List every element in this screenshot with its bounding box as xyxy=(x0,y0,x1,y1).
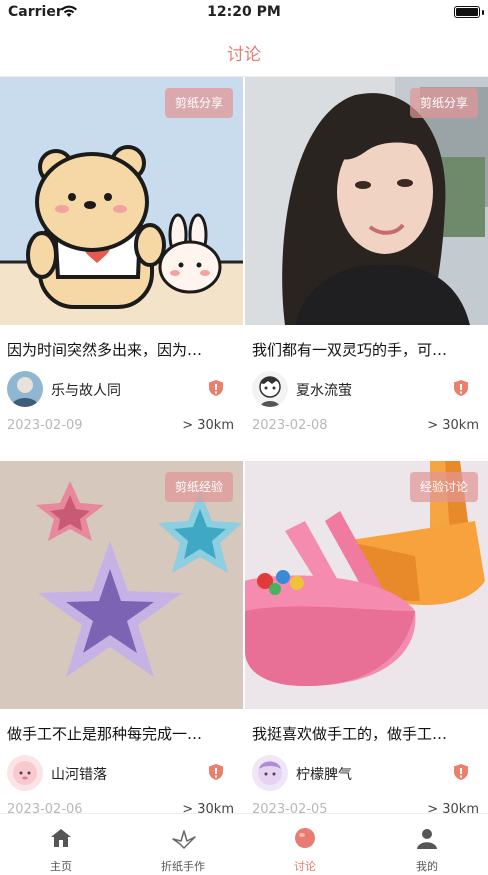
user-name[interactable]: 夏水流萤 xyxy=(296,380,352,400)
post-date: 2023-02-08 xyxy=(252,418,328,433)
post-distance: > 30km xyxy=(182,418,234,433)
discussion-icon xyxy=(294,827,316,849)
post-card[interactable]: 剪纸经验 做手工不止是那种每完成一… 山河错落 2023-02-06 > 30k… xyxy=(0,461,243,841)
user-name[interactable]: 山河错落 xyxy=(51,764,107,784)
report-icon[interactable] xyxy=(207,763,225,781)
paper-crane-icon xyxy=(172,827,196,849)
post-card[interactable]: 剪纸分享 我们都有一双灵巧的手，可… 夏水流萤 2023-02-08 > 30k… xyxy=(245,77,488,457)
tab-discussion[interactable]: 讨论 xyxy=(244,814,366,875)
avatar[interactable] xyxy=(7,371,43,407)
post-title[interactable]: 我们都有一双灵巧的手，可… xyxy=(252,339,480,360)
tab-origami[interactable]: 折纸手作 xyxy=(122,814,244,875)
tab-label: 我的 xyxy=(416,860,438,873)
tab-home[interactable]: 主页 xyxy=(0,814,122,875)
post-card[interactable]: 经验讨论 我挺喜欢做手工的，做手工… 柠檬脾气 2023-02-05 > 30k… xyxy=(245,461,488,841)
post-card[interactable]: 剪纸分享 因为时间突然多出来，因为… 乐与故人同 2023-02-09 > 30… xyxy=(0,77,243,457)
page-title: 讨论 xyxy=(227,45,261,65)
post-tag: 剪纸分享 xyxy=(409,88,478,118)
report-icon[interactable] xyxy=(207,379,225,397)
post-tag: 经验讨论 xyxy=(409,472,478,502)
tab-label: 讨论 xyxy=(294,860,316,873)
post-date: 2023-02-09 xyxy=(7,418,83,433)
tab-label: 主页 xyxy=(50,860,72,873)
tab-bar: 主页 折纸手作 讨论 我的 xyxy=(0,813,488,875)
nav-bar: 讨论 xyxy=(0,26,488,77)
post-title[interactable]: 因为时间突然多出来，因为… xyxy=(7,339,235,360)
profile-icon xyxy=(416,827,438,849)
report-icon[interactable] xyxy=(452,379,470,397)
avatar[interactable] xyxy=(252,755,288,791)
post-tag: 剪纸分享 xyxy=(164,88,233,118)
battery-tip xyxy=(482,10,484,15)
tab-label: 折纸手作 xyxy=(161,860,205,873)
status-bar: Carrier 12:20 PM xyxy=(0,0,488,26)
clock: 12:20 PM xyxy=(207,4,281,20)
battery-icon xyxy=(454,6,480,18)
avatar[interactable] xyxy=(7,755,43,791)
post-distance: > 30km xyxy=(427,418,479,433)
home-icon xyxy=(50,827,72,849)
avatar[interactable] xyxy=(252,371,288,407)
report-icon[interactable] xyxy=(452,763,470,781)
post-title[interactable]: 我挺喜欢做手工的，做手工… xyxy=(252,723,480,744)
user-name[interactable]: 乐与故人同 xyxy=(51,380,121,400)
tab-profile[interactable]: 我的 xyxy=(366,814,488,875)
user-name[interactable]: 柠檬脾气 xyxy=(296,764,352,784)
post-title[interactable]: 做手工不止是那种每完成一… xyxy=(7,723,235,744)
post-tag: 剪纸经验 xyxy=(164,472,233,502)
